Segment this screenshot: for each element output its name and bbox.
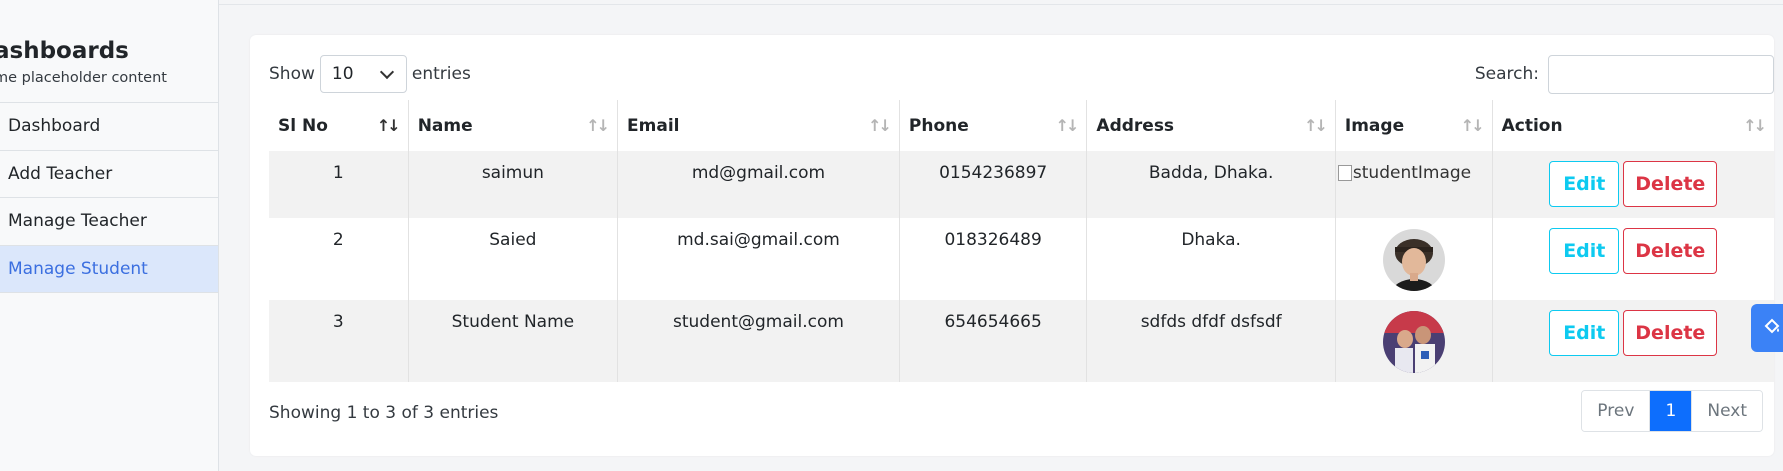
cell-address: Badda, Dhaka. [1086, 151, 1336, 218]
cell-phone: 0154236897 [899, 151, 1088, 218]
cell-email: md.sai@gmail.com [617, 218, 900, 300]
sidebar-item-label: Dashboard [8, 116, 101, 137]
student-avatar [1382, 311, 1445, 373]
table-header-row: Sl No ↑↓ Name ↑↓ Email ↑↓ Phone ↑↓ Address ↑↓… [269, 100, 1774, 151]
search-input[interactable] [1548, 54, 1774, 94]
sidebar-item-manage-student[interactable]: Manage Student [0, 245, 218, 293]
cell-sl: 1 [269, 151, 409, 218]
delete-button[interactable]: Delete [1623, 310, 1718, 356]
student-table-card: Show 10 entries Search: Sl No ↑↓ Name ↑↓ E… [250, 35, 1774, 456]
search-label: Search: [1474, 64, 1539, 84]
delete-button[interactable]: Delete [1623, 161, 1718, 207]
pagination: Prev 1 Next [1581, 390, 1763, 432]
cell-name: Saied [408, 218, 619, 300]
sort-icon: ↑↓ [1304, 116, 1328, 135]
page-size-value: 10 [331, 64, 354, 84]
table-info: Showing 1 to 3 of 3 entries [269, 403, 499, 423]
column-header-phone[interactable]: Phone ↑↓ [899, 100, 1088, 151]
paint-bucket-icon [1763, 317, 1781, 339]
edit-button[interactable]: Edit [1549, 310, 1620, 356]
sidebar-title: ashboards [0, 38, 129, 64]
page-button-current[interactable]: 1 [1649, 391, 1692, 431]
sidebar-item-label: Add Teacher [8, 163, 113, 184]
column-header-address[interactable]: Address ↑↓ [1086, 100, 1336, 151]
delete-button[interactable]: Delete [1623, 228, 1718, 274]
column-header-name[interactable]: Name ↑↓ [408, 100, 619, 151]
sort-icon: ↑↓ [868, 116, 892, 135]
cell-name: saimun [408, 151, 619, 218]
sort-icon: ↑↓ [586, 116, 610, 135]
table-row: 1 saimun md@gmail.com 0154236897 Badda, … [269, 151, 1774, 218]
cell-email: student@gmail.com [617, 300, 900, 382]
sidebar-nav: Dashboard Add Teacher Manage Teacher Man… [0, 102, 218, 293]
cell-sl: 3 [269, 300, 409, 382]
sort-icon: ↑↓ [1743, 116, 1767, 135]
broken-image: studentImage [1336, 163, 1492, 183]
cell-image [1335, 300, 1493, 382]
theme-customizer-button[interactable] [1751, 304, 1783, 352]
sidebar-item-add-teacher[interactable]: Add Teacher [0, 150, 218, 198]
broken-image-icon [1337, 165, 1352, 181]
cell-email: md@gmail.com [617, 151, 900, 218]
edit-button[interactable]: Edit [1549, 161, 1620, 207]
column-header-action[interactable]: Action ↑↓ [1492, 100, 1774, 151]
column-header-sl-no[interactable]: Sl No ↑↓ [269, 100, 409, 151]
show-label: Show [269, 64, 315, 84]
page-size-select[interactable]: 10 [319, 55, 407, 93]
cell-address: Dhaka. [1086, 218, 1336, 300]
cell-sl: 2 [269, 218, 409, 300]
entries-label: entries [411, 64, 471, 84]
sort-icon: ↑↓ [376, 116, 401, 135]
cell-action: Edit Delete [1492, 151, 1774, 218]
sidebar-item-label: Manage Teacher [8, 211, 147, 232]
sidebar-header: ashboards me placeholder content [0, 36, 167, 86]
cell-address: sdfds dfdf dsfsdf [1086, 300, 1336, 382]
sidebar-item-label: Manage Student [8, 258, 148, 279]
table-row: 3 Student Name student@gmail.com 6546546… [269, 300, 1774, 382]
column-header-email[interactable]: Email ↑↓ [617, 100, 900, 151]
edit-button[interactable]: Edit [1549, 228, 1620, 274]
page-size-control: Show 10 entries [269, 55, 471, 93]
sort-icon: ↑↓ [1460, 116, 1485, 135]
sidebar-subtitle: me placeholder content [0, 70, 167, 86]
cell-name: Student Name [408, 300, 619, 382]
sort-icon: ↑↓ [1055, 116, 1080, 135]
table-row: 2 Saied md.sai@gmail.com 018326489 Dhaka… [269, 218, 1774, 300]
cell-image: studentImage [1335, 151, 1493, 218]
sidebar-item-dashboard[interactable]: Dashboard [0, 103, 218, 151]
cell-phone: 654654665 [899, 300, 1088, 382]
image-alt-text: studentImage [1352, 163, 1472, 183]
cell-action: Edit Delete [1492, 218, 1774, 300]
sidebar-item-manage-teacher[interactable]: Manage Teacher [0, 198, 218, 246]
column-header-image[interactable]: Image ↑↓ [1335, 100, 1493, 151]
cell-phone: 018326489 [899, 218, 1088, 300]
chevron-down-icon [379, 64, 394, 79]
cell-action: Edit Delete [1492, 300, 1774, 382]
cell-image [1335, 218, 1493, 300]
top-bar [219, 0, 1783, 5]
sidebar: ashboards me placeholder content Dashboa… [0, 0, 219, 471]
prev-page-button[interactable]: Prev [1582, 391, 1650, 431]
next-page-button[interactable]: Next [1691, 391, 1762, 431]
student-avatar [1382, 229, 1445, 291]
student-table: Sl No ↑↓ Name ↑↓ Email ↑↓ Phone ↑↓ Address ↑↓… [269, 100, 1774, 382]
search-control: Search: [1474, 54, 1774, 94]
